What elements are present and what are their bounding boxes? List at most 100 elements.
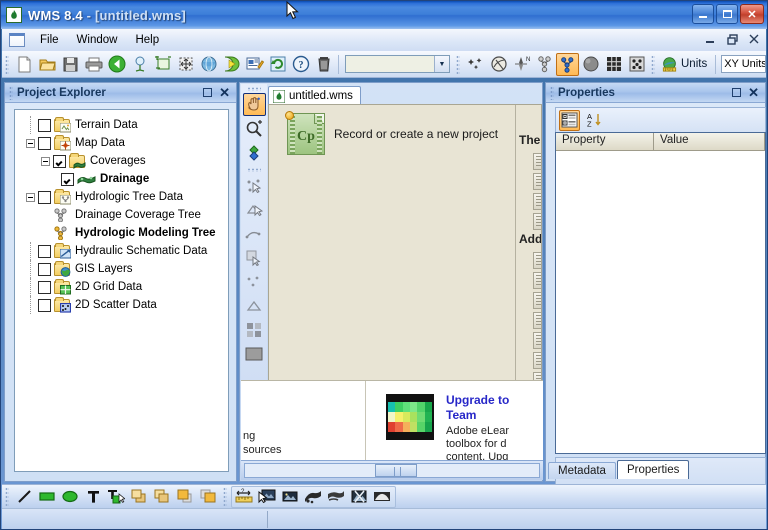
alphabetical-sort-button[interactable]: AZ xyxy=(584,110,605,131)
drainage-tree-module-icon[interactable] xyxy=(533,53,556,76)
new-project-icon[interactable] xyxy=(13,53,36,76)
content-list-item[interactable] xyxy=(533,292,541,309)
select-point-tool-icon[interactable] xyxy=(243,174,266,197)
delete-icon[interactable] xyxy=(312,53,335,76)
cut-image-icon[interactable] xyxy=(348,486,370,507)
content-list-item[interactable] xyxy=(533,153,541,170)
create-point-tool-icon[interactable] xyxy=(243,198,266,221)
zoom-tool-icon[interactable] xyxy=(243,117,266,140)
run-simulation-icon[interactable] xyxy=(220,53,243,76)
tree-item-gis-layers[interactable]: GIS Layers xyxy=(15,260,228,278)
tree-item-terrain-data[interactable]: Terrain Data xyxy=(15,116,228,134)
menu-file[interactable]: File xyxy=(31,31,68,49)
help-icon[interactable]: ? xyxy=(289,53,312,76)
xy-units-field[interactable]: XY Units: F xyxy=(721,55,766,73)
tree-checkbox[interactable] xyxy=(38,280,51,294)
image-properties-icon[interactable] xyxy=(279,486,301,507)
tree-checkbox[interactable] xyxy=(38,244,51,258)
restore-button[interactable] xyxy=(203,88,213,97)
content-list-item[interactable] xyxy=(533,332,541,349)
edit-text-icon[interactable] xyxy=(105,486,127,507)
send-to-back-icon[interactable] xyxy=(151,486,173,507)
tree-checkbox[interactable] xyxy=(38,298,51,312)
maximize-button[interactable] xyxy=(716,4,738,24)
content-list-item[interactable] xyxy=(533,272,541,289)
open-folder-icon[interactable] xyxy=(36,53,59,76)
image-toolbar-grip[interactable] xyxy=(223,487,227,506)
new-project-entry[interactable]: Cp Record or create a new project xyxy=(285,111,498,155)
draw-ellipse-icon[interactable] xyxy=(59,486,81,507)
tree-expander-cell[interactable] xyxy=(23,188,38,206)
tree-item-2d-grid-data[interactable]: 2D Grid Data xyxy=(15,278,228,296)
display-options-icon[interactable] xyxy=(243,53,266,76)
mdi-restore-button[interactable] xyxy=(725,31,739,47)
clip-image-icon[interactable] xyxy=(302,486,324,507)
tree-expander-cell[interactable] xyxy=(23,134,38,152)
scrollbar-thumb[interactable] xyxy=(375,464,417,477)
create-arc-tool-icon[interactable] xyxy=(243,246,266,269)
content-list-item[interactable] xyxy=(533,252,541,269)
horizontal-scrollbar[interactable] xyxy=(244,463,540,478)
measure-distance-icon[interactable]: ? xyxy=(233,486,255,507)
select-arc-tool-icon[interactable] xyxy=(243,222,266,245)
drawing-toolbar-grip[interactable] xyxy=(5,487,9,506)
collapse-icon[interactable] xyxy=(26,138,35,148)
tree-checkbox[interactable] xyxy=(38,262,51,276)
draw-rectangle-icon[interactable] xyxy=(36,486,58,507)
units-toolbar-grip[interactable] xyxy=(651,54,655,74)
minimize-button[interactable] xyxy=(692,4,714,24)
collapse-icon[interactable] xyxy=(41,156,50,166)
tree-checkbox[interactable] xyxy=(61,172,74,186)
tree-item-hydraulic-schematic-data[interactable]: Hydraulic Schematic Data xyxy=(15,242,228,260)
tool-palette-grip[interactable] xyxy=(247,87,261,91)
tree-item-hydrologic-tree-data[interactable]: Hydrologic Tree Data xyxy=(15,188,228,206)
collapse-icon[interactable] xyxy=(26,192,35,202)
mdi-close-button[interactable] xyxy=(747,31,761,47)
tree-checkbox[interactable] xyxy=(53,154,66,168)
crop-image-icon[interactable] xyxy=(325,486,347,507)
bring-forward-icon[interactable] xyxy=(174,486,196,507)
save-icon[interactable] xyxy=(59,53,82,76)
panel-grip[interactable] xyxy=(9,85,13,100)
tree-item-map-data[interactable]: Map Data xyxy=(15,134,228,152)
bring-to-front-icon[interactable] xyxy=(128,486,150,507)
project-tree[interactable]: Terrain Data Map Data Coverages Drainage… xyxy=(14,109,229,472)
menu-window[interactable]: Window xyxy=(68,31,127,49)
menu-help[interactable]: Help xyxy=(126,31,168,49)
print-icon[interactable] xyxy=(82,53,105,76)
terrain-shade-icon[interactable] xyxy=(371,486,393,507)
close-icon[interactable]: ✕ xyxy=(219,86,230,99)
restore-button[interactable] xyxy=(732,88,742,97)
coverage-combo-box[interactable]: ▼ xyxy=(345,55,450,73)
tree-item-drainage[interactable]: Drainage xyxy=(15,170,228,188)
globe-display-icon[interactable] xyxy=(197,53,220,76)
select-polygon-tool-icon[interactable] xyxy=(243,270,266,293)
tree-checkbox[interactable] xyxy=(38,190,51,204)
tree-item-drainage-coverage-tree[interactable]: Drainage Coverage Tree xyxy=(15,206,228,224)
categorized-view-button[interactable] xyxy=(559,109,580,131)
properties-grid[interactable]: Property Value xyxy=(555,132,766,454)
grid-module-icon[interactable] xyxy=(602,53,625,76)
coverage-module-icon[interactable] xyxy=(487,53,510,76)
select-image-icon[interactable] xyxy=(256,486,278,507)
scatter-module-icon[interactable] xyxy=(625,53,648,76)
units-button[interactable]: Units xyxy=(659,54,712,75)
panel-grip[interactable] xyxy=(550,85,554,100)
tree-checkbox[interactable] xyxy=(38,136,51,150)
tab-untitled-wms[interactable]: untitled.wms xyxy=(268,86,361,105)
north-arrow-icon[interactable]: N xyxy=(510,53,533,76)
module-toolbar-grip[interactable] xyxy=(456,54,460,74)
content-list-item[interactable] xyxy=(533,193,541,210)
pan-zoom-extents-icon[interactable] xyxy=(174,53,197,76)
tab-metadata[interactable]: Metadata xyxy=(548,462,616,479)
content-list-item[interactable] xyxy=(533,173,541,190)
toolbar-grip[interactable] xyxy=(5,54,9,74)
content-list-item[interactable] xyxy=(533,312,541,329)
pan-tool-icon[interactable] xyxy=(242,93,266,116)
close-icon[interactable]: ✕ xyxy=(748,86,759,99)
display-shade-tool-icon[interactable] xyxy=(243,342,266,365)
content-list-item[interactable] xyxy=(533,352,541,369)
select-cells-tool-icon[interactable] xyxy=(243,318,266,341)
promo-headline[interactable]: Upgrade to Team xyxy=(446,393,546,423)
select-node-tool-icon[interactable] xyxy=(243,294,266,317)
